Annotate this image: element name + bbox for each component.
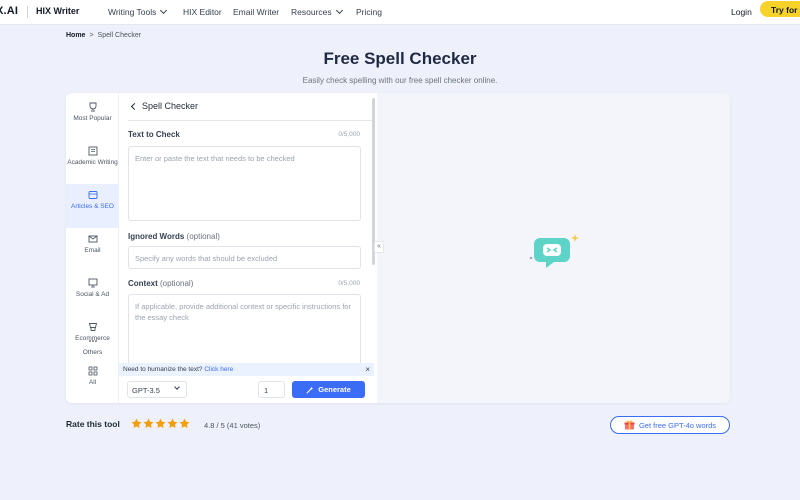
top-nav-bar: X.AI HIX Writer Writing Tools HIX Editor… — [0, 0, 800, 25]
star-icon[interactable] — [143, 418, 154, 429]
page-title: Free Spell Checker — [323, 49, 477, 68]
generate-button[interactable]: Generate — [292, 381, 365, 398]
magic-wand-icon — [306, 386, 314, 394]
text-to-check-label: Text to Check — [128, 130, 180, 139]
brand-divider — [27, 6, 28, 18]
rate-tool-label: Rate this tool — [66, 419, 120, 429]
star-icon[interactable] — [131, 418, 142, 429]
category-academic-writing[interactable]: Academic Writing — [66, 140, 119, 184]
category-others[interactable]: Others — [66, 330, 119, 360]
rating-stars[interactable] — [131, 418, 190, 429]
humanize-link[interactable]: Click here — [204, 366, 233, 373]
chevron-left-icon — [130, 102, 139, 110]
robot-mascot-icon — [529, 234, 579, 268]
optional-tag: (optional) — [186, 232, 220, 241]
generate-bar: GPT-3.5 1 Generate — [119, 376, 374, 403]
try-free-button[interactable]: Try for f — [760, 1, 800, 17]
tool-panel: Most Popular Academic Writing Articles &… — [66, 93, 730, 403]
category-label: Articles & SEO — [71, 203, 114, 210]
category-label: Others — [82, 349, 103, 356]
category-email[interactable]: Email — [66, 228, 119, 272]
breadcrumb-home[interactable]: Home — [66, 32, 85, 39]
quantity-input[interactable]: 1 — [258, 381, 285, 398]
login-link[interactable]: Login — [731, 7, 752, 17]
category-label: All — [88, 379, 97, 386]
nav-pricing[interactable]: Pricing — [356, 7, 382, 17]
product-name[interactable]: HIX Writer — [36, 6, 79, 16]
output-area — [377, 93, 730, 403]
more-icon — [88, 340, 97, 342]
ignored-words-label: Ignored Words (optional) — [128, 232, 220, 241]
nav-pricing-label: Pricing — [356, 7, 382, 17]
ignored-words-input[interactable]: Specify any words that should be exclude… — [128, 246, 361, 269]
breadcrumb-separator: > — [89, 32, 94, 39]
context-input[interactable]: If applicable, provide additional contex… — [128, 294, 361, 369]
context-label-text: Context — [128, 279, 158, 288]
spell-checker-form: Spell Checker Text to Check 0/5,000 Ente… — [128, 93, 372, 403]
model-select[interactable]: GPT-3.5 — [127, 381, 187, 398]
gift-icon — [624, 420, 635, 430]
model-select-value: GPT-3.5 — [132, 386, 160, 395]
category-social-ad[interactable]: Social & Ad — [66, 272, 119, 316]
free-gpt4o-label: Get free GPT-4o words — [638, 420, 717, 430]
category-label: Email — [84, 247, 101, 254]
collapse-panel-button[interactable]: « — [374, 241, 384, 253]
category-label: Social & Ad — [75, 291, 110, 298]
trophy-icon — [89, 102, 96, 112]
megaphone-icon — [88, 278, 97, 288]
chevron-down-icon — [174, 384, 180, 390]
context-char-count: 0/5,000 — [338, 280, 360, 287]
category-all[interactable]: All — [66, 360, 119, 403]
breadcrumb-current: Spell Checker — [97, 32, 142, 39]
nav-writing-tools-label: Writing Tools — [108, 7, 157, 17]
chevron-down-icon — [335, 6, 343, 15]
text-to-check-input[interactable]: Enter or paste the text that needs to be… — [128, 146, 361, 221]
nav-resources-label: Resources — [291, 7, 332, 17]
star-icon[interactable] — [179, 418, 190, 429]
generate-button-label: Generate — [318, 385, 351, 394]
optional-tag: (optional) — [160, 279, 194, 288]
nav-hix-editor[interactable]: HIX Editor — [183, 7, 222, 17]
ignored-words-label-text: Ignored Words — [128, 232, 185, 241]
grid-icon — [88, 366, 97, 376]
nav-hix-editor-label: HIX Editor — [183, 7, 222, 17]
context-label: Context (optional) — [128, 279, 193, 288]
text-char-count: 0/5,000 — [338, 131, 360, 138]
humanize-text: Need to humanize the text? — [123, 366, 203, 373]
divider — [128, 120, 372, 121]
category-most-popular[interactable]: Most Popular — [66, 96, 119, 140]
nav-writing-tools[interactable]: Writing Tools — [108, 6, 168, 17]
category-label: Academic Writing — [67, 159, 118, 166]
page-subtitle: Easily check spelling with our free spel… — [302, 76, 498, 85]
category-sidebar: Most Popular Academic Writing Articles &… — [66, 93, 119, 403]
brand-logo[interactable]: X.AI — [0, 5, 18, 17]
chevron-down-icon — [160, 6, 168, 15]
star-icon[interactable] — [155, 418, 166, 429]
back-button[interactable]: Spell Checker — [128, 101, 198, 111]
nav-email-writer[interactable]: Email Writer — [233, 7, 279, 17]
category-label: Most Popular — [73, 115, 112, 122]
tool-name: Spell Checker — [142, 101, 199, 111]
category-articles-seo[interactable]: Articles & SEO — [66, 184, 119, 228]
form-scrollbar[interactable] — [372, 98, 375, 265]
breadcrumb: Home > Spell Checker — [66, 32, 141, 39]
close-icon[interactable]: × — [365, 365, 370, 374]
rating-score: 4.8 / 5 (41 votes) — [204, 421, 261, 430]
book-icon — [88, 146, 97, 156]
free-gpt4o-button[interactable]: Get free GPT-4o words — [610, 416, 730, 434]
star-icon[interactable] — [167, 418, 178, 429]
humanize-banner: Need to humanize the text? Click here × — [119, 363, 374, 376]
nav-resources[interactable]: Resources — [291, 6, 343, 17]
article-icon — [88, 191, 97, 199]
mail-icon — [88, 235, 97, 243]
nav-email-writer-label: Email Writer — [233, 7, 280, 17]
